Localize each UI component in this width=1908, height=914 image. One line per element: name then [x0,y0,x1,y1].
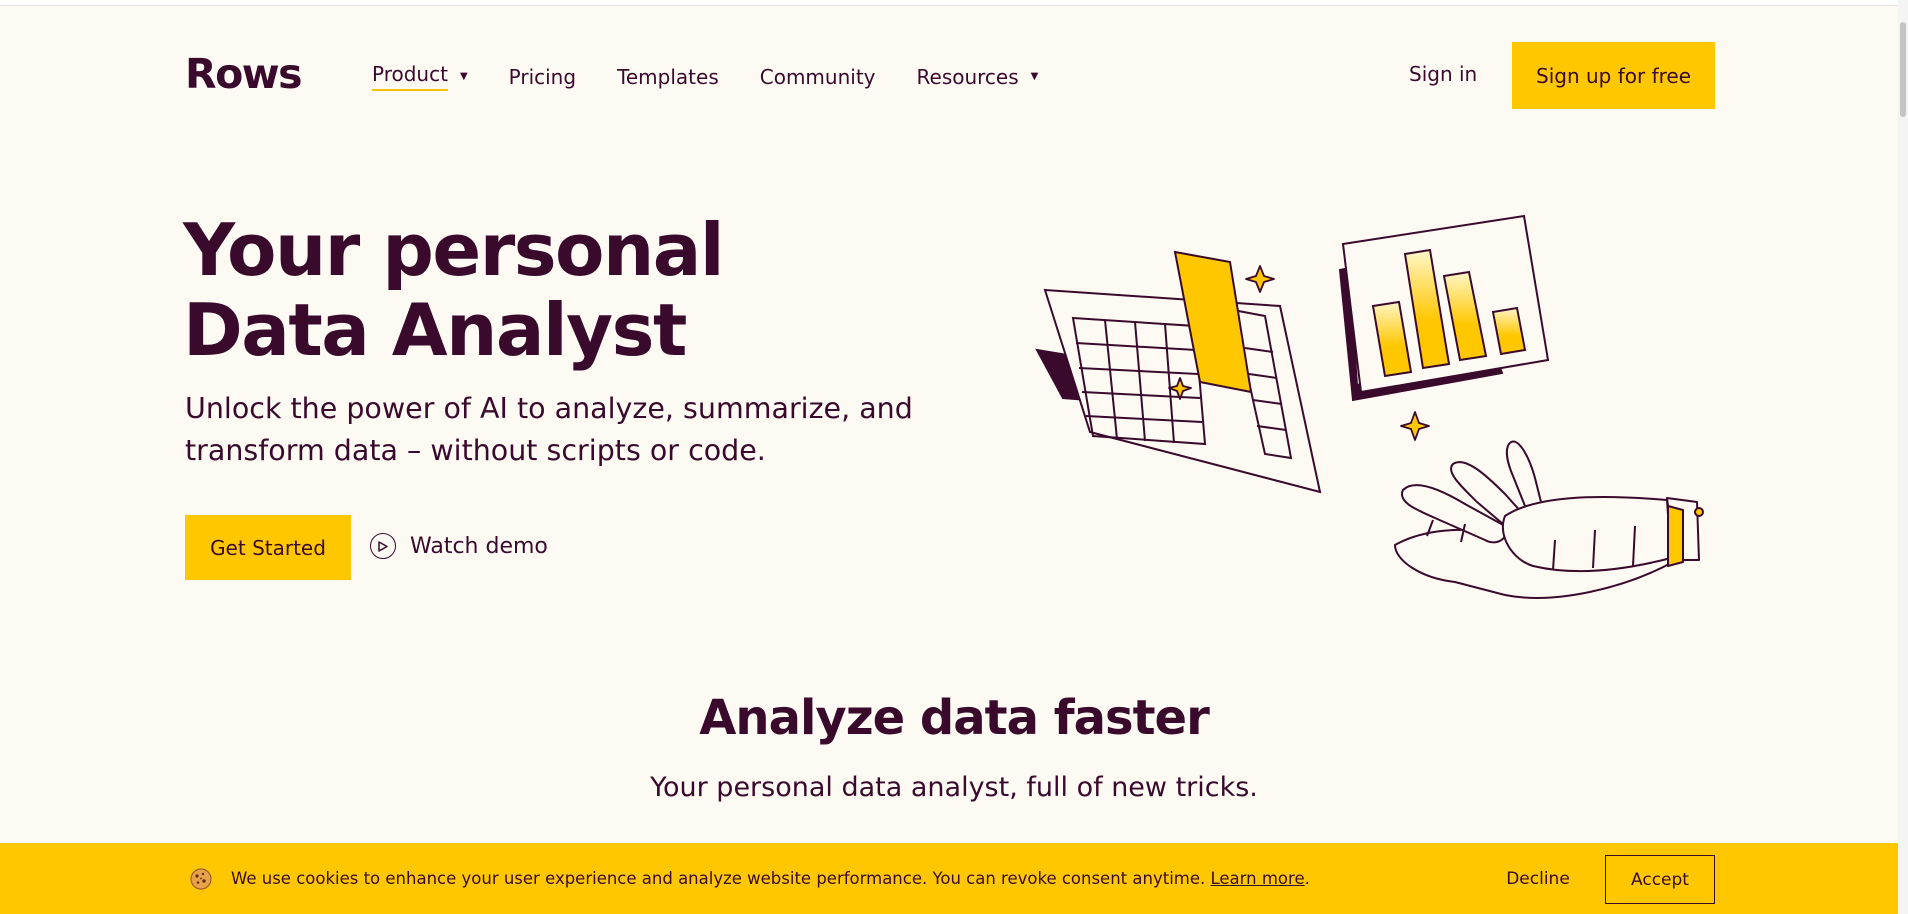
decline-button[interactable]: Decline [1500,855,1576,903]
hero-illustration [1035,214,1704,599]
watch-demo-label: Watch demo [410,533,548,559]
cookie-icon [190,868,212,890]
nav-item-label: Product [372,62,448,91]
accept-button[interactable]: Accept [1605,855,1715,904]
get-started-button[interactable]: Get Started [185,515,351,580]
nav-item-resources[interactable]: Resources ▼ [917,65,1039,89]
robot-hand-illustration [1394,440,1704,599]
nav-item-community[interactable]: Community [760,65,876,89]
hero-title-line: Your personal [183,208,725,292]
main-nav: Product ▼ Pricing Templates Community Re… [372,62,1079,91]
nav-item-label: Community [759,64,876,89]
nav-item-label: Pricing [508,64,577,89]
learn-more-link[interactable]: Learn more [1211,869,1305,888]
hero-title-line: Data Analyst [183,288,687,372]
play-icon [370,533,396,559]
section-subtitle: Your personal data analyst, full of new … [650,772,1258,803]
watch-demo-link[interactable]: Watch demo [370,533,548,559]
nav-item-label: Templates [617,64,719,89]
page-scrollbar[interactable] [1898,0,1908,914]
hero-subtitle: Unlock the power of AI to analyze, summa… [185,388,945,472]
sign-up-button[interactable]: Sign up for free [1512,42,1715,109]
nav-item-templates[interactable]: Templates [617,65,719,89]
bar-chart-illustration [1338,214,1550,402]
cookie-banner: We use cookies to enhance your user expe… [0,843,1898,914]
hero-title: Your personal Data Analyst [183,210,943,370]
cookie-message-text: We use cookies to enhance your user expe… [231,869,1206,888]
rows-logo[interactable]: Rows [185,50,303,98]
cookie-period: . [1304,869,1310,888]
caret-down-icon: ▼ [1030,71,1039,82]
sign-in-link[interactable]: Sign in [1409,62,1477,86]
browser-top-edge [0,0,1908,6]
scrollbar-thumb[interactable] [1900,22,1906,117]
nav-item-pricing[interactable]: Pricing [509,65,576,89]
section-title: Analyze data faster [699,690,1209,746]
hero-subtitle-line: transform data – without scripts or code… [185,434,766,467]
cookie-message: We use cookies to enhance your user expe… [231,869,1310,888]
hero-subtitle-line: Unlock the power of AI to analyze, summa… [185,392,913,425]
spreadsheet-illustration [1035,250,1322,494]
caret-down-icon: ▼ [459,71,468,82]
nav-item-label: Resources [916,64,1019,89]
nav-item-product[interactable]: Product ▼ [372,62,468,91]
